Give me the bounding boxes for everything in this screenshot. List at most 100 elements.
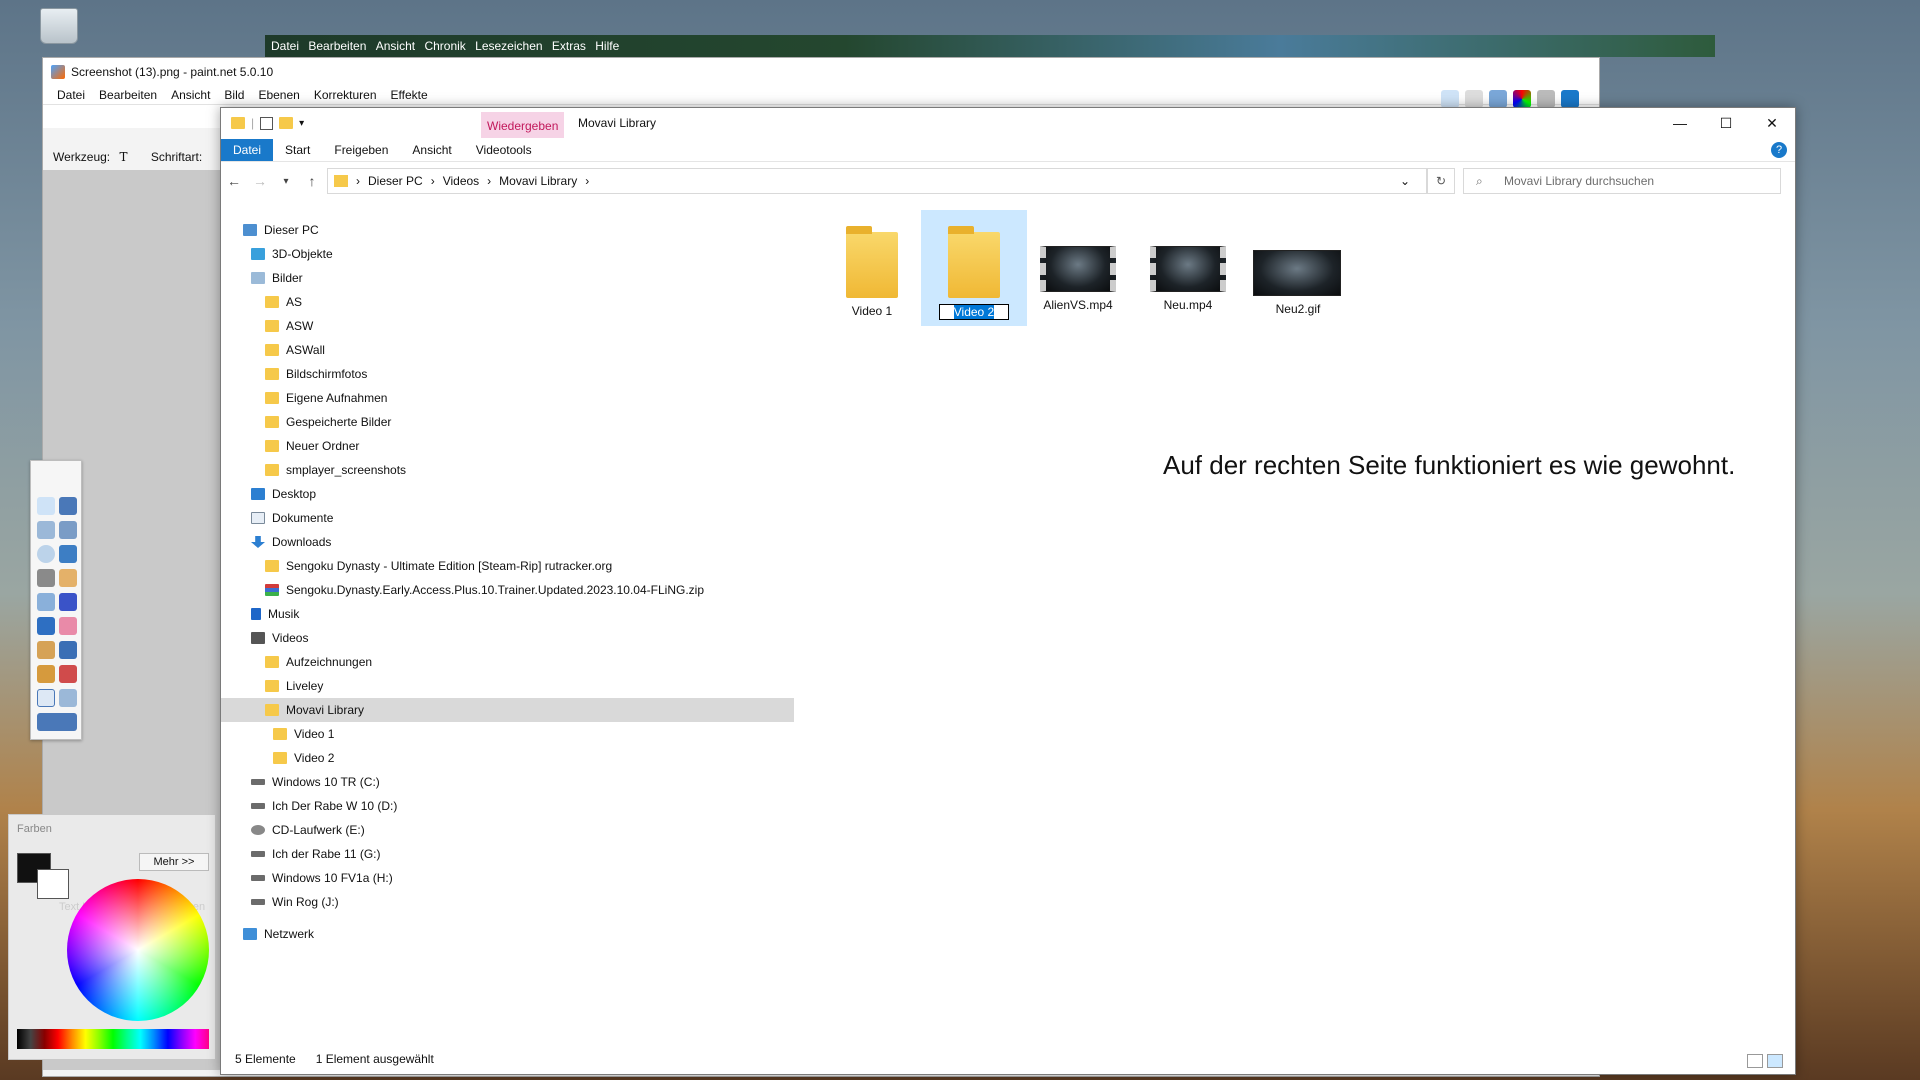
tree-item-musik[interactable]: Musik <box>221 602 794 626</box>
tab-freigeben[interactable]: Freigeben <box>322 139 400 161</box>
tab-start[interactable]: Start <box>273 139 322 161</box>
help-icon[interactable] <box>1561 90 1579 108</box>
tree-item-drive-g[interactable]: Ich der Rabe 11 (G:) <box>221 842 794 866</box>
qat-dropdown-icon[interactable]: ▾ <box>299 118 304 129</box>
breadcrumb-dieser-pc[interactable]: Dieser PC <box>368 174 423 188</box>
address-dropdown-icon[interactable]: ⌄ <box>1400 174 1410 188</box>
tree-item-aswall[interactable]: ASWall <box>221 338 794 362</box>
tab-videotools[interactable]: Videotools <box>464 139 544 161</box>
tab-datei[interactable]: Datei <box>221 139 274 161</box>
layers-icon[interactable] <box>1489 90 1507 108</box>
text-icon[interactable] <box>37 689 55 707</box>
color-wheel[interactable] <box>67 879 209 1021</box>
text-tool-icon[interactable]: T <box>119 150 127 164</box>
tree-item-videos[interactable]: Videos <box>221 626 794 650</box>
tree-item-sengoku-zip[interactable]: Sengoku.Dynasty.Early.Access.Plus.10.Tra… <box>221 578 794 602</box>
tree-item-drive-h[interactable]: Windows 10 FV1a (H:) <box>221 866 794 890</box>
clone-stamp-icon[interactable] <box>37 665 55 683</box>
search-input[interactable]: ⌕ Movavi Library durchsuchen <box>1463 168 1781 194</box>
tree-item-dokumente[interactable]: Dokumente <box>221 506 794 530</box>
rect-select-icon[interactable] <box>37 497 55 515</box>
pdn-menu-ansicht[interactable]: Ansicht <box>171 88 210 102</box>
breadcrumb-movavi-library[interactable]: Movavi Library <box>499 174 577 188</box>
lasso-icon[interactable] <box>37 521 55 539</box>
pencil-icon[interactable] <box>37 641 55 659</box>
tree-item-neuer-ordner[interactable]: Neuer Ordner <box>221 434 794 458</box>
tree-item-sengoku-folder[interactable]: Sengoku Dynasty - Ultimate Edition [Stea… <box>221 554 794 578</box>
recycle-bin-icon[interactable] <box>40 8 78 44</box>
tree-item-movavi-library[interactable]: Movavi Library <box>221 698 794 722</box>
menu-datei[interactable]: Datei <box>271 39 299 53</box>
maximize-button[interactable]: ☐ <box>1703 108 1749 138</box>
breadcrumb-videos[interactable]: Videos <box>443 174 479 188</box>
pdn-menu-bild[interactable]: Bild <box>224 88 244 102</box>
color-palette-strip[interactable] <box>17 1029 209 1049</box>
gradient-icon[interactable] <box>59 593 77 611</box>
tree-item-bildschirmfotos[interactable]: Bildschirmfotos <box>221 362 794 386</box>
tree-item-desktop[interactable]: Desktop <box>221 482 794 506</box>
tree-item-netzwerk[interactable]: Netzwerk <box>221 922 794 946</box>
file-item-neu-mp4[interactable]: Neu.mp4 <box>1145 218 1231 314</box>
tree-item-dieser-pc[interactable]: Dieser PC <box>221 218 794 242</box>
menu-bearbeiten[interactable]: Bearbeiten <box>308 39 366 53</box>
tree-item-gespeicherte-bilder[interactable]: Gespeicherte Bilder <box>221 410 794 434</box>
menu-hilfe[interactable]: Hilfe <box>595 39 619 53</box>
tools-toggle-icon[interactable] <box>1441 90 1459 108</box>
tree-item-drive-c[interactable]: Windows 10 TR (C:) <box>221 770 794 794</box>
move-icon[interactable] <box>59 497 77 515</box>
details-view-icon[interactable] <box>1747 1054 1763 1068</box>
settings-icon[interactable] <box>1537 90 1555 108</box>
help-icon[interactable]: ? <box>1771 142 1787 158</box>
tree-item-smplayer-screenshots[interactable]: smplayer_screenshots <box>221 458 794 482</box>
tree-item-drive-e[interactable]: CD-Laufwerk (E:) <box>221 818 794 842</box>
brush-icon[interactable] <box>37 617 55 635</box>
file-item-alienvs[interactable]: AlienVS.mp4 <box>1035 218 1121 314</box>
recent-dropdown-icon[interactable]: ▾ <box>273 176 299 187</box>
menu-extras[interactable]: Extras <box>552 39 586 53</box>
properties-icon[interactable] <box>260 116 274 130</box>
new-folder-icon[interactable] <box>279 117 294 129</box>
tree-item-3d-objekte[interactable]: 3D-Objekte <box>221 242 794 266</box>
pdn-menu-datei[interactable]: Datei <box>57 88 85 102</box>
close-button[interactable]: ✕ <box>1749 108 1795 138</box>
fill-icon[interactable] <box>37 593 55 611</box>
ellipse-select-icon[interactable] <box>37 545 55 563</box>
tree-item-video-2[interactable]: Video 2 <box>221 746 794 770</box>
secondary-color-swatch[interactable] <box>37 869 69 899</box>
line-icon[interactable] <box>59 689 77 707</box>
pan-icon[interactable] <box>59 569 77 587</box>
color-picker-icon[interactable] <box>59 641 77 659</box>
menu-chronik[interactable]: Chronik <box>424 39 465 53</box>
menu-ansicht[interactable]: Ansicht <box>376 39 415 53</box>
up-arrow-icon[interactable]: ↑ <box>299 173 325 189</box>
tree-item-asw[interactable]: ASW <box>221 314 794 338</box>
tree-item-video-1[interactable]: Video 1 <box>221 722 794 746</box>
zoom-icon[interactable] <box>59 545 77 563</box>
tab-ansicht[interactable]: Ansicht <box>400 139 463 161</box>
magic-wand-icon[interactable] <box>37 569 55 587</box>
large-icons-view-icon[interactable] <box>1767 1054 1783 1068</box>
menu-lesezeichen[interactable]: Lesezeichen <box>475 39 542 53</box>
shapes-icon[interactable] <box>37 713 77 731</box>
file-item-neu2-gif[interactable]: Neu2.gif <box>1253 218 1341 316</box>
tree-item-drive-j[interactable]: Win Rog (J:) <box>221 890 794 914</box>
eraser-icon[interactable] <box>59 617 77 635</box>
refresh-button[interactable]: ↻ <box>1427 168 1455 194</box>
tree-item-drive-d[interactable]: Ich Der Rabe W 10 (D:) <box>221 794 794 818</box>
pdn-menu-effekte[interactable]: Effekte <box>391 88 428 102</box>
file-item-video-2[interactable]: Video 2 <box>921 210 1027 326</box>
pdn-menu-ebenen[interactable]: Ebenen <box>258 88 299 102</box>
minimize-button[interactable]: — <box>1657 108 1703 138</box>
tree-item-as[interactable]: AS <box>221 290 794 314</box>
tree-item-eigene-aufnahmen[interactable]: Eigene Aufnahmen <box>221 386 794 410</box>
pdn-menu-bearbeiten[interactable]: Bearbeiten <box>99 88 157 102</box>
history-icon[interactable] <box>1465 90 1483 108</box>
rename-field[interactable]: Video 2 <box>938 304 1010 320</box>
recolor-icon[interactable] <box>59 665 77 683</box>
tree-item-liveley[interactable]: Liveley <box>221 674 794 698</box>
pdn-menu-korrekturen[interactable]: Korrekturen <box>314 88 377 102</box>
tree-item-bilder[interactable]: Bilder <box>221 266 794 290</box>
more-button[interactable]: Mehr >> <box>139 853 209 871</box>
move-selection-icon[interactable] <box>59 521 77 539</box>
tree-item-downloads[interactable]: Downloads <box>221 530 794 554</box>
